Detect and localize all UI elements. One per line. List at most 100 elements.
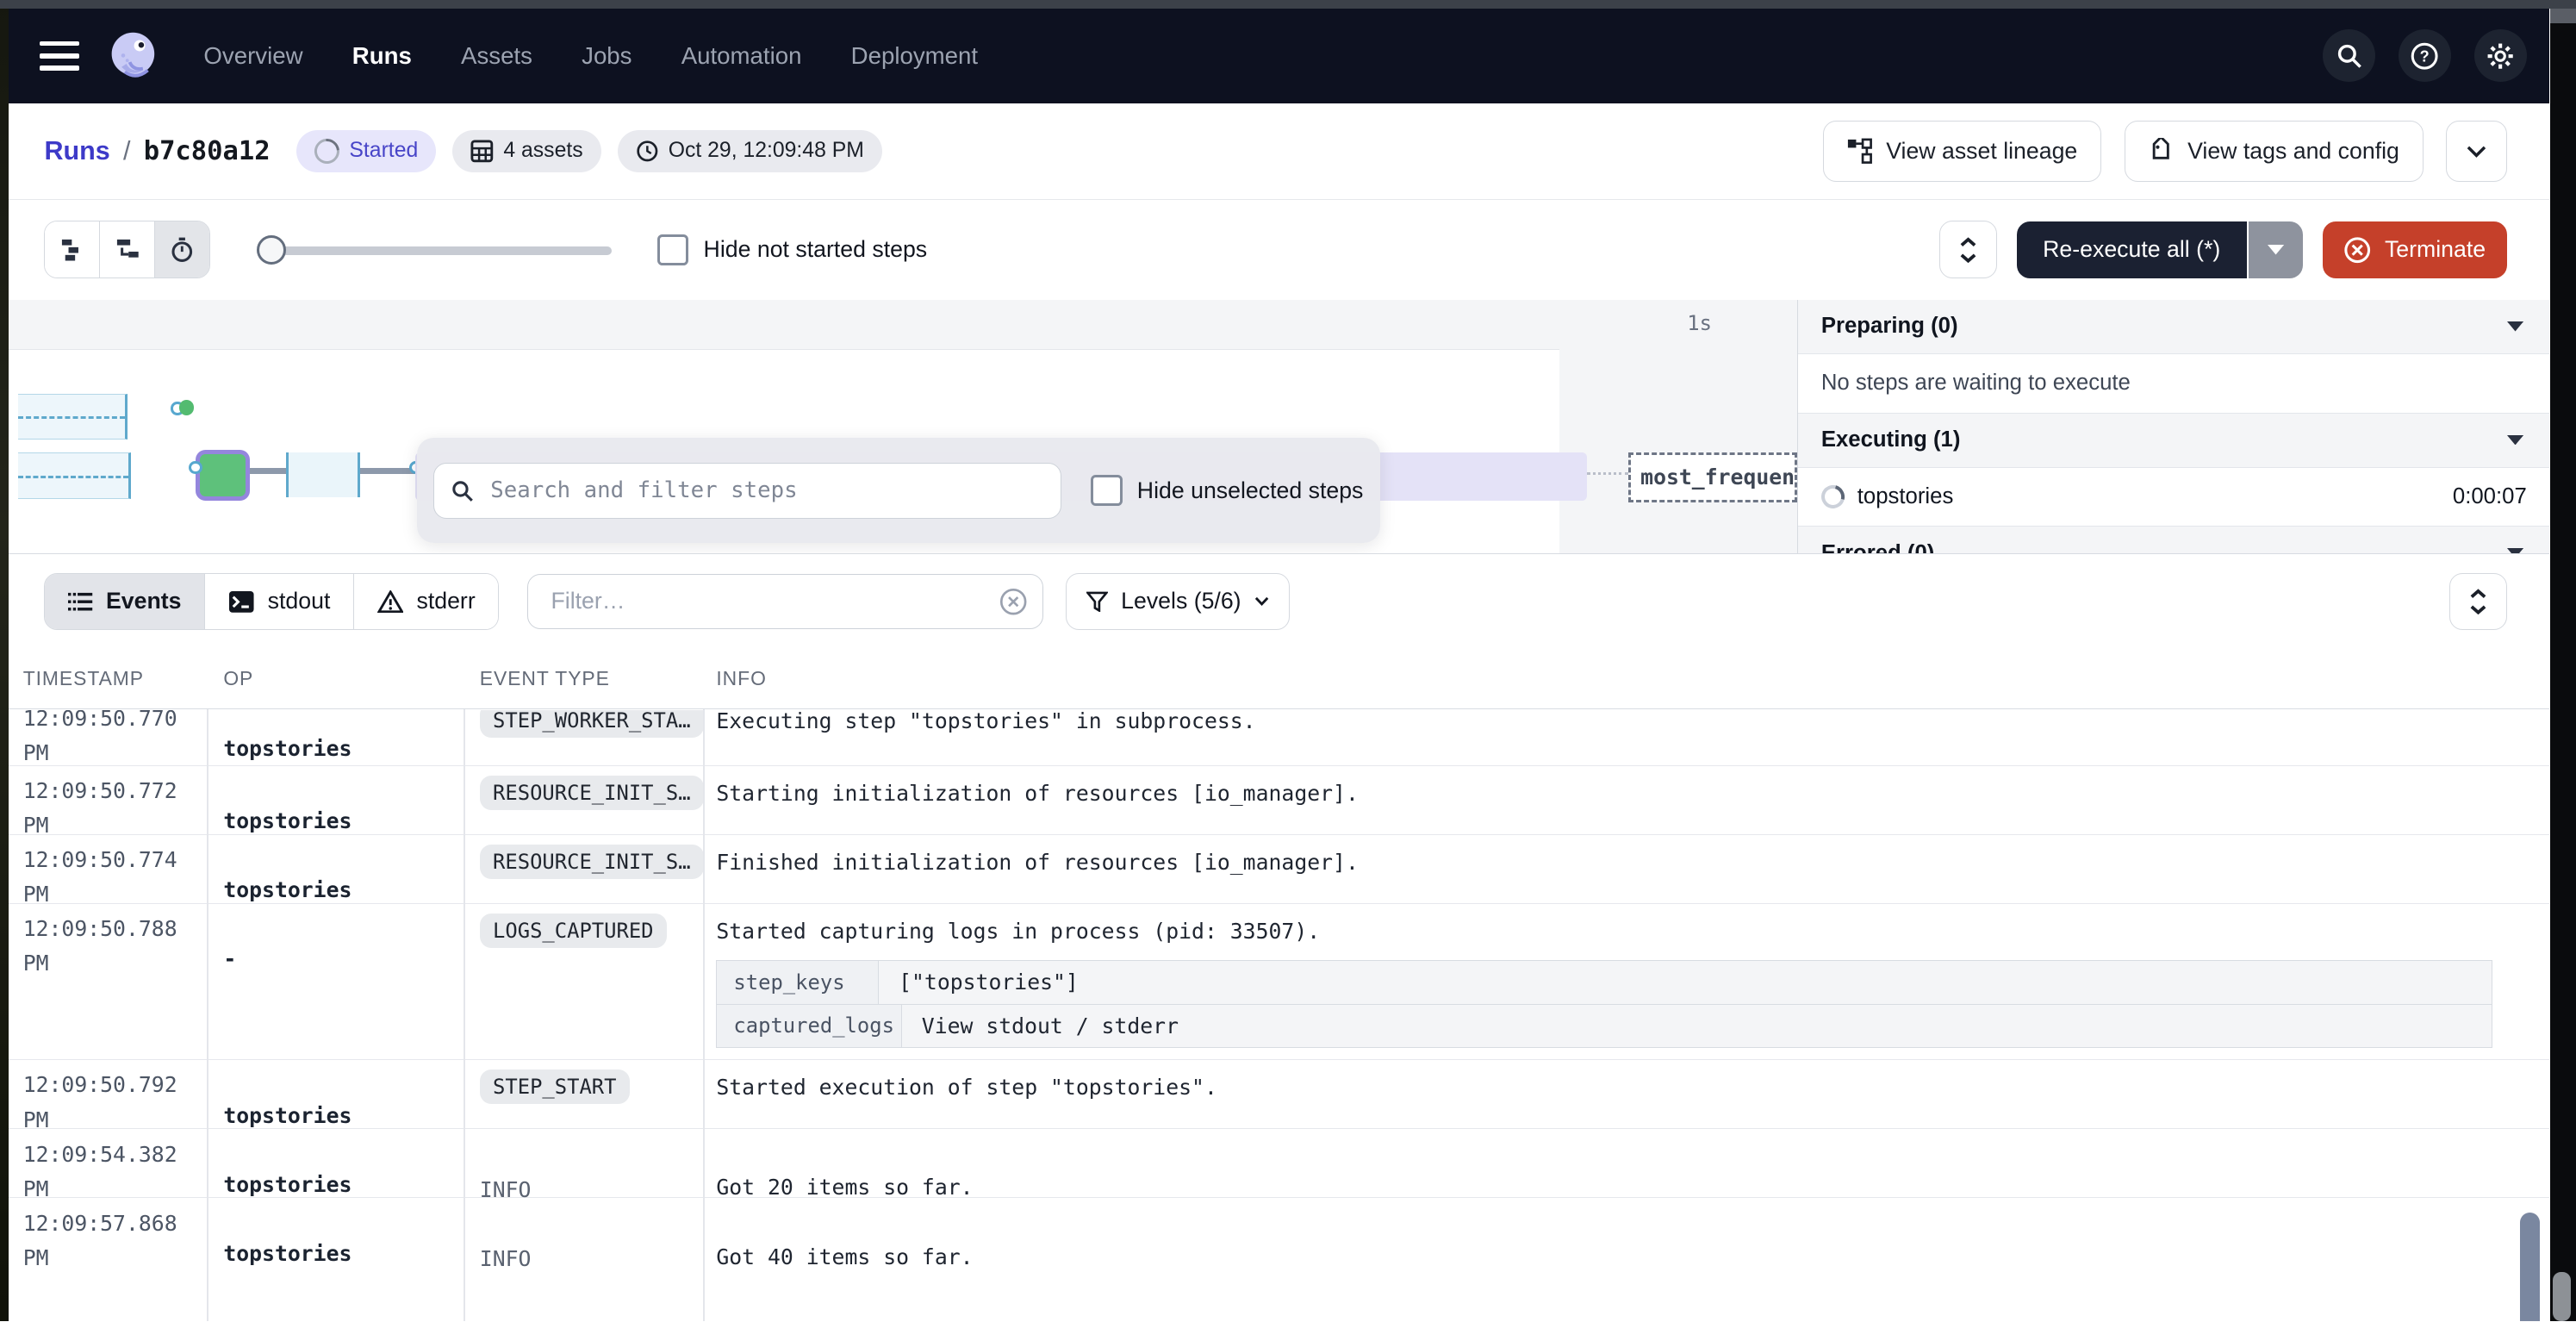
clock-icon: [636, 140, 659, 163]
view-mode-timer-button[interactable]: [155, 221, 209, 277]
tab-events[interactable]: Events: [45, 574, 205, 630]
nav-item-runs[interactable]: Runs: [352, 42, 412, 70]
gantt-canvas: 1s most_frequent_w: [9, 300, 1798, 553]
help-icon[interactable]: ?: [2399, 29, 2451, 82]
tab-stderr[interactable]: stderr: [354, 574, 498, 630]
checkbox-box[interactable]: [657, 234, 689, 266]
log-toolbar: Events stdout stderr Levels (5/6): [9, 554, 2550, 650]
checkbox-box[interactable]: [1091, 475, 1123, 507]
top-navbar: Overview Runs Assets Jobs Automation Dep…: [9, 9, 2550, 104]
log-filter-box[interactable]: [527, 574, 1043, 630]
gantt-view-mode-group: [44, 221, 210, 278]
event-row: 12:09:50.792PM topstories STEP_START Sta…: [9, 1060, 2550, 1129]
warning-icon: [377, 590, 404, 614]
timestamp-badge: Oct 29, 12:09:48 PM: [618, 130, 882, 173]
log-filter-input[interactable]: [548, 587, 999, 617]
assets-badge: 4 assets: [452, 130, 600, 173]
reexecute-all-button[interactable]: Re-execute all (*): [2017, 221, 2247, 279]
grid-icon: [470, 140, 494, 163]
dependency-dot: [189, 461, 202, 474]
col-info: INFO: [703, 667, 2549, 690]
table-scrollbar-thumb[interactable]: [2520, 1213, 2540, 1321]
reexecute-dropdown-button[interactable]: [2249, 221, 2303, 279]
tab-stdout[interactable]: stdout: [205, 574, 354, 630]
events-table-header: TIMESTAMP OP EVENT TYPE INFO: [9, 649, 2550, 709]
expand-collapse-button[interactable]: [1939, 221, 1997, 278]
metadata-row: captured_logs View stdout / stderr: [717, 1005, 2491, 1048]
log-scroll-buttons[interactable]: [2449, 573, 2507, 631]
gear-icon[interactable]: [2474, 29, 2527, 82]
event-row: 12:09:50.774PM topstories RESOURCE_INIT_…: [9, 835, 2550, 904]
chevron-down-icon: [2467, 145, 2486, 158]
scrollbar-thumb[interactable]: [2553, 1272, 2571, 1321]
events-table: TIMESTAMP OP EVENT TYPE INFO 12:09:50.77…: [9, 649, 2550, 1321]
col-timestamp: TIMESTAMP: [9, 667, 208, 690]
view-stdout-stderr-link[interactable]: View stdout / stderr: [902, 1005, 1198, 1048]
dagster-run-page: Overview Runs Assets Jobs Automation Dep…: [0, 0, 2576, 1321]
lineage-icon: [1846, 138, 1873, 165]
slider-track[interactable]: [257, 246, 612, 255]
terminate-button[interactable]: Terminate: [2323, 221, 2507, 279]
col-op: OP: [207, 667, 463, 690]
caret-down-icon: [2507, 321, 2523, 331]
breadcrumb-runs-link[interactable]: Runs: [44, 136, 109, 166]
step-spinner-icon: [1817, 481, 1848, 512]
header-more-actions-button[interactable]: [2446, 121, 2507, 182]
levels-dropdown[interactable]: Levels (5/6): [1066, 573, 1290, 631]
caret-down-icon: [2507, 435, 2523, 445]
gantt-step-most-frequent[interactable]: most_frequent_w: [1628, 452, 1797, 502]
terminate-icon: [2343, 236, 2371, 264]
event-row: 12:09:50.788PM - LOGS_CAPTURED Started c…: [9, 904, 2550, 1060]
step-search-box[interactable]: [433, 463, 1061, 519]
nav-actions: ?: [2323, 29, 2526, 82]
nav-links: Overview Runs Assets Jobs Automation Dep…: [203, 42, 978, 70]
slider-thumb[interactable]: [257, 235, 286, 265]
event-type-badge: LOGS_CAPTURED: [480, 914, 667, 947]
dotted-connector: [1587, 472, 1628, 475]
gantt-step-topstories[interactable]: [196, 450, 250, 501]
hide-not-started-checkbox[interactable]: Hide not started steps: [657, 234, 927, 266]
event-row: 12:09:54.382PM topstories INFO Got 20 it…: [9, 1129, 2550, 1198]
gantt-step-succeeded-dot[interactable]: [179, 400, 194, 415]
gantt-search-overlay: Hide unselected steps: [417, 438, 1379, 543]
nav-item-jobs[interactable]: Jobs: [582, 42, 632, 70]
clear-filter-icon[interactable]: [999, 588, 1027, 615]
gantt-toolbar: Hide not started steps Re-execute all (*…: [9, 200, 2550, 300]
gantt-step-not-started[interactable]: [18, 394, 128, 440]
hamburger-menu-icon[interactable]: [40, 41, 79, 71]
caret-down-icon: [2507, 548, 2523, 552]
nav-item-assets[interactable]: Assets: [461, 42, 532, 70]
run-header: Runs / b7c80a12 Started 4 assets Oct 29,…: [9, 103, 2550, 200]
gantt-step-marker[interactable]: [286, 452, 360, 496]
events-table-rows: 12:09:50.770PM topstories STEP_WORKER_ST…: [9, 710, 2550, 1321]
gantt-time-axis: 1s: [9, 300, 1798, 350]
status-spinner-icon: [309, 134, 345, 169]
window-top-edge: [0, 0, 2576, 9]
chevron-down-icon: [1254, 596, 1269, 606]
nav-item-overview[interactable]: Overview: [203, 42, 302, 70]
hide-unselected-checkbox[interactable]: Hide unselected steps: [1091, 475, 1363, 507]
step-elapsed-time: 0:00:07: [2453, 484, 2527, 509]
nav-item-deployment[interactable]: Deployment: [851, 42, 978, 70]
view-mode-flat-button[interactable]: [45, 221, 100, 277]
panel-section-executing[interactable]: Executing (1): [1798, 414, 2549, 468]
search-icon[interactable]: [2323, 29, 2375, 82]
nav-item-automation[interactable]: Automation: [681, 42, 802, 70]
window-left-edge: [0, 0, 9, 1321]
view-mode-waterfall-button[interactable]: [100, 221, 155, 277]
dagster-logo-icon[interactable]: [105, 28, 161, 84]
panel-section-errored[interactable]: Errored (0): [1798, 527, 2549, 553]
panel-section-preparing[interactable]: Preparing (0): [1798, 300, 2549, 354]
event-metadata-table: step_keys ["topstories"] captured_logs V…: [716, 960, 2492, 1048]
view-asset-lineage-button[interactable]: View asset lineage: [1823, 121, 2101, 182]
gantt-zoom-slider[interactable]: [257, 235, 612, 265]
view-tags-config-button[interactable]: View tags and config: [2125, 121, 2424, 182]
event-row: 12:09:57.868PM topstories INFO Got 40 it…: [9, 1198, 2550, 1321]
executing-step-row[interactable]: topstories 0:00:07: [1798, 468, 2549, 527]
gantt-step-not-started[interactable]: [18, 452, 131, 498]
funnel-icon: [1086, 591, 1108, 613]
caret-down-icon: [2268, 245, 2284, 254]
step-search-input[interactable]: [487, 476, 1060, 505]
run-badges: Started 4 assets Oct 29, 12:09:48 PM: [296, 130, 882, 173]
status-badge: Started: [296, 130, 436, 173]
